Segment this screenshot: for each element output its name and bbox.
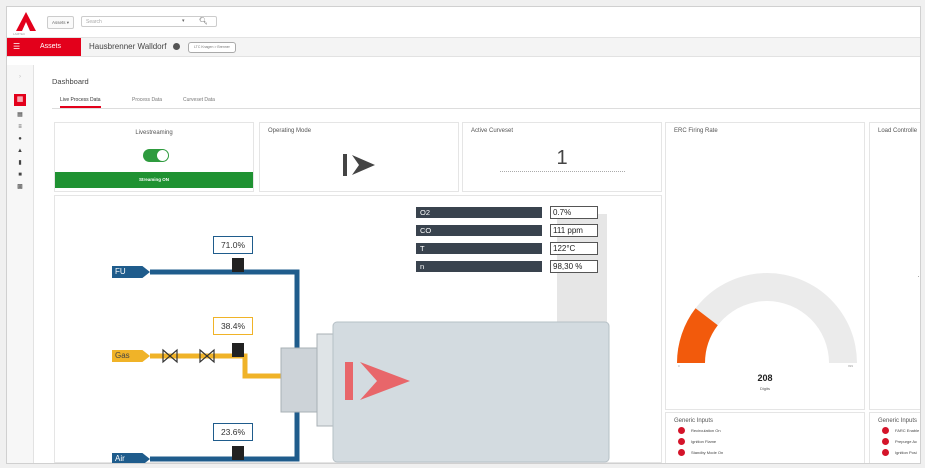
air-line-tag: Air	[112, 453, 150, 463]
livestream-toggle[interactable]	[143, 149, 169, 162]
lamtec-logo-icon[interactable]	[15, 11, 37, 33]
input-status-indicator	[678, 438, 685, 446]
file-nav-icon[interactable]: ▩	[16, 183, 24, 191]
efficiency-label: n	[416, 261, 542, 272]
stream-status-bar: Streaming ON	[55, 172, 253, 188]
load-controller-placeholder	[918, 276, 920, 277]
grid-nav-icon[interactable]: ▦	[16, 111, 24, 119]
gas-line-tag: Gas	[112, 350, 150, 362]
burner-mode-icon	[343, 154, 375, 176]
generic-input-item: Recirculation On	[678, 427, 721, 435]
generic-input-label: FARC Enable	[895, 428, 920, 433]
firing-rate-unit: Digits	[759, 386, 770, 391]
input-status-indicator	[678, 449, 685, 457]
operating-mode-title: Operating Mode	[268, 128, 312, 134]
livestreaming-title: Livestreaming	[135, 130, 173, 136]
generic-input-item: Prepurge Ac	[882, 438, 917, 446]
load-controller-title: Load Controlle	[878, 128, 918, 134]
settings-nav-icon[interactable]: ●	[16, 135, 24, 143]
generic-input-item: Ignition Posi	[882, 449, 917, 457]
left-nav-rail: › ▦ ▦ ≡ ● ▲ ▮ ■ ▩	[7, 65, 34, 463]
gauge-max-label: 999	[848, 364, 854, 368]
erc-firing-rate-card: ERC Firing Rate 0 999 208 Digits	[665, 122, 865, 410]
assets-menu-label: Assets	[40, 43, 62, 50]
tab-curveset-data[interactable]: Curveset Data	[183, 94, 215, 106]
air-percent-value: 23.6%	[213, 423, 253, 441]
search-dropdown-caret[interactable]: ▾	[182, 16, 185, 27]
active-curveset-title: Active Curveset	[471, 128, 514, 134]
asset-bar: ☰ Assets Hausbrenner Walldorf LTC Knagen…	[7, 38, 920, 57]
alert-nav-icon[interactable]: ▲	[16, 147, 24, 155]
top-bar: LAMTEC Assets ▾ Search ▾ 🔍︎	[7, 7, 920, 38]
asset-title: Hausbrenner Walldorf	[89, 42, 167, 51]
asset-status-icon[interactable]	[173, 43, 180, 50]
generic-input-label: Standby Mode On	[691, 450, 724, 455]
assets-menu-button[interactable]: ☰ Assets	[7, 38, 81, 56]
document-nav-icon[interactable]: ▮	[16, 159, 24, 167]
active-curveset-card: Active Curveset 1	[462, 122, 662, 192]
input-status-indicator	[882, 438, 889, 446]
menu-icon: ☰	[13, 42, 21, 51]
toggle-knob	[157, 150, 168, 161]
co-value: 111 ppm	[550, 224, 598, 237]
search-input[interactable]: Search	[81, 16, 217, 27]
generic-input-label: Recirculation On	[691, 428, 721, 433]
tab-bar: Live Process Data Process Data Curveset …	[52, 94, 920, 109]
dashboard-nav-icon[interactable]: ▦	[14, 94, 26, 106]
generic-input-label: Ignition Posi	[895, 450, 917, 455]
generic-inputs-title: Generic Inputs	[674, 418, 714, 424]
firing-rate-gauge	[677, 273, 857, 363]
efficiency-value: 98,30 %	[550, 260, 598, 273]
tab-live-process-data[interactable]: Live Process Data	[60, 94, 101, 108]
firing-rate-value: 208	[757, 373, 773, 383]
generic-input-item: Ignition Flame	[678, 438, 716, 446]
fu-valve-actuator	[232, 258, 244, 272]
input-status-indicator	[678, 427, 685, 435]
asset-path-badge[interactable]: LTC Knagen > Brenner	[188, 42, 236, 53]
generic-input-label: Ignition Flame	[691, 439, 717, 444]
gas-valve-actuator	[232, 343, 244, 357]
gas-percent-value: 38.4%	[213, 317, 253, 335]
input-status-indicator	[882, 427, 889, 435]
collapse-nav-icon[interactable]: ›	[16, 73, 24, 81]
fu-line-tag: FU	[112, 266, 150, 278]
erc-firing-rate-title: ERC Firing Rate	[674, 128, 718, 134]
temperature-label: T	[416, 243, 542, 254]
input-status-indicator	[882, 449, 889, 457]
co-label: CO	[416, 225, 542, 236]
page-title: Dashboard	[52, 77, 89, 86]
load-controller-card: Load Controlle	[869, 122, 920, 410]
asset-type-dropdown[interactable]: Assets ▾	[47, 16, 75, 29]
tab-process-data[interactable]: Process Data	[132, 94, 162, 106]
active-curveset-value: 1	[556, 147, 568, 169]
livestreaming-card: Livestreaming Streaming ON	[54, 122, 254, 192]
search-icon[interactable]: 🔍︎	[198, 16, 209, 27]
generic-input-item: Standby Mode On	[678, 449, 723, 457]
operating-mode-card: Operating Mode	[259, 122, 459, 192]
gas-pipe	[150, 353, 285, 379]
list-nav-icon[interactable]: ≡	[16, 123, 24, 131]
generic-inputs-card-2: Generic Inputs FARC Enable Prepurge Ac I…	[869, 412, 920, 463]
o2-label: O2	[416, 207, 542, 218]
logo-text: LAMTEC	[13, 32, 26, 36]
fu-percent-value: 71.0%	[213, 236, 253, 254]
air-valve-actuator	[232, 446, 244, 460]
gauge-min-label: 0	[678, 364, 680, 368]
database-nav-icon[interactable]: ■	[16, 171, 24, 179]
curveset-underline	[500, 171, 625, 172]
generic-input-item: FARC Enable	[882, 427, 919, 435]
asset-type-label: Assets	[52, 20, 66, 25]
generic-inputs-title-2: Generic Inputs	[878, 418, 918, 424]
o2-value: 0.7%	[550, 206, 598, 219]
app-window: LAMTEC Assets ▾ Search ▾ 🔍︎ ☰ Assets Hau…	[6, 6, 921, 464]
temperature-value: 122°C	[550, 242, 598, 255]
generic-input-label: Prepurge Ac	[895, 439, 918, 444]
generic-inputs-card: Generic Inputs Recirculation On Ignition…	[665, 412, 865, 463]
